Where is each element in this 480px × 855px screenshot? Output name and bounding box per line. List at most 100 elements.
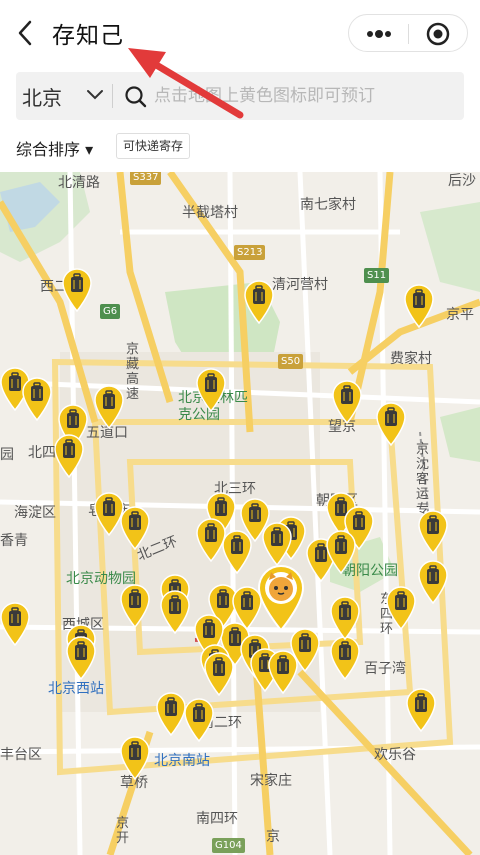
cat-location-pin-icon [257, 565, 305, 632]
search-bar: 北京 [16, 72, 464, 120]
storage-pin[interactable] [120, 736, 150, 780]
storage-pin[interactable] [222, 530, 252, 574]
luggage-pin-icon [332, 380, 362, 424]
storage-pin[interactable] [244, 280, 274, 324]
storage-pin[interactable] [160, 590, 190, 634]
luggage-pin-icon [386, 586, 416, 630]
storage-pin[interactable] [120, 584, 150, 628]
road-shield: S337 [130, 172, 162, 185]
storage-pin[interactable] [406, 688, 436, 732]
storage-pin[interactable] [330, 636, 360, 680]
storage-pin[interactable] [94, 385, 124, 429]
storage-pin[interactable] [204, 652, 234, 696]
map-label: 京开 [116, 816, 130, 846]
storage-pin[interactable] [156, 692, 186, 736]
more-button[interactable] [349, 15, 408, 53]
luggage-pin-icon [66, 636, 96, 680]
map-label: 清河营村 [272, 277, 328, 293]
storage-pin[interactable] [54, 434, 84, 478]
map-label: 北京西站 [48, 681, 104, 697]
luggage-pin-icon [406, 688, 436, 732]
map-label: 海淀区 [14, 505, 56, 521]
map-label: 香青 [0, 533, 28, 549]
map-label: 京沈客运专 [416, 442, 430, 517]
road-shield: G104 [212, 838, 245, 853]
chevron-left-icon [18, 20, 32, 46]
storage-pin[interactable] [386, 586, 416, 630]
storage-pin[interactable] [418, 560, 448, 604]
road-shield: G6 [100, 304, 121, 319]
page-title: 存知己 [52, 23, 124, 49]
map-view[interactable]: 北清路 后沙 半截塔村 南七家村 清河营村 西二 京平 京藏高速 费家村 北京奥… [0, 172, 480, 855]
close-target-icon [426, 22, 450, 46]
luggage-pin-icon [184, 698, 214, 742]
luggage-pin-icon [94, 385, 124, 429]
express-storage-filter[interactable]: 可快递寄存 [116, 133, 191, 159]
more-dots-icon [367, 30, 391, 38]
luggage-pin-icon [62, 268, 92, 312]
luggage-pin-icon [120, 584, 150, 628]
storage-pin[interactable] [290, 628, 320, 672]
storage-pin[interactable] [376, 402, 406, 446]
search-icon [125, 86, 147, 108]
map-label: 半截塔村 [182, 205, 238, 221]
close-button[interactable] [409, 15, 468, 53]
map-label: 费家村 [390, 351, 432, 367]
map-label: 京 [266, 829, 280, 845]
map-label: 丰台区 [0, 747, 42, 763]
map-label: 北四 [28, 445, 56, 461]
storage-pin[interactable] [332, 380, 362, 424]
luggage-pin-icon [222, 530, 252, 574]
storage-pin[interactable] [62, 268, 92, 312]
map-label: 百子湾 [364, 661, 406, 677]
search-input[interactable] [154, 81, 454, 111]
sort-dropdown[interactable]: 综合排序 ▾ [16, 136, 93, 160]
storage-pin[interactable] [184, 698, 214, 742]
storage-pin[interactable] [22, 377, 52, 421]
storage-pin[interactable] [120, 506, 150, 550]
selected-location-pin[interactable] [256, 564, 306, 632]
map-label: 欢乐谷 [374, 747, 416, 763]
luggage-pin-icon [376, 402, 406, 446]
luggage-pin-icon [22, 377, 52, 421]
back-button[interactable] [12, 16, 42, 50]
luggage-pin-icon [290, 628, 320, 672]
map-label: 后沙 [448, 173, 476, 189]
road-shield: S11 [364, 268, 390, 283]
luggage-pin-icon [326, 530, 356, 574]
storage-pin[interactable] [66, 636, 96, 680]
luggage-pin-icon [418, 560, 448, 604]
storage-pin[interactable] [326, 530, 356, 574]
storage-pin[interactable] [418, 510, 448, 554]
luggage-pin-icon [54, 434, 84, 478]
storage-pin[interactable] [330, 596, 360, 640]
luggage-pin-icon [330, 596, 360, 640]
map-label: 南七家村 [300, 197, 356, 213]
luggage-pin-icon [330, 636, 360, 680]
storage-pin[interactable] [262, 522, 292, 566]
chevron-down-icon[interactable] [86, 88, 104, 102]
luggage-pin-icon [156, 692, 186, 736]
road-shield: S50 [278, 354, 304, 369]
storage-pin[interactable] [0, 602, 30, 646]
road-shield: S213 [234, 245, 266, 260]
luggage-pin-icon [0, 602, 30, 646]
luggage-pin-icon [196, 368, 226, 412]
map-label: 宋家庄 [250, 773, 292, 789]
luggage-pin-icon [204, 652, 234, 696]
map-label: 园 [0, 447, 14, 463]
luggage-pin-icon [120, 506, 150, 550]
luggage-pin-icon [262, 522, 292, 566]
map-label: 京平 [446, 307, 474, 323]
luggage-pin-icon [244, 280, 274, 324]
miniprogram-capsule [348, 14, 468, 52]
map-label: 北京南站 [154, 753, 210, 769]
luggage-pin-icon [120, 736, 150, 780]
storage-pin[interactable] [196, 368, 226, 412]
search-divider [112, 84, 113, 108]
storage-pin[interactable] [404, 284, 434, 328]
map-label: 北清路 [58, 175, 100, 191]
luggage-pin-icon [418, 510, 448, 554]
luggage-pin-icon [160, 590, 190, 634]
city-selector[interactable]: 北京 [22, 82, 62, 111]
